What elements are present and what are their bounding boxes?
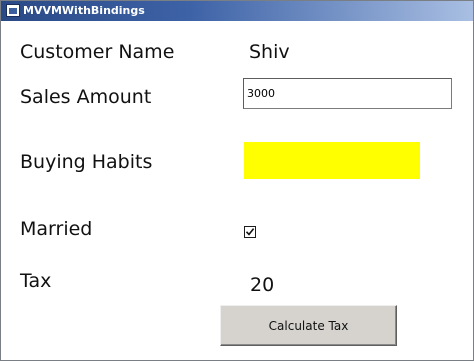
customer-name-value: Shiv	[249, 41, 290, 63]
title-bar[interactable]: MVVMWithBindings	[1, 1, 473, 21]
window-title: MVVMWithBindings	[23, 4, 145, 17]
buying-habits-label: Buying Habits	[20, 151, 153, 173]
window-icon	[6, 4, 20, 17]
tax-label: Tax	[20, 270, 52, 292]
married-label: Married	[20, 218, 93, 240]
main-window: MVVMWithBindings Customer Name Shiv Sale…	[0, 0, 474, 361]
calculate-tax-button[interactable]: Calculate Tax	[220, 305, 397, 346]
married-checkbox[interactable]	[244, 226, 256, 238]
customer-name-label: Customer Name	[20, 41, 175, 63]
buying-habits-indicator	[244, 142, 420, 179]
check-icon	[245, 228, 255, 236]
sales-amount-label: Sales Amount	[20, 86, 152, 108]
tax-value: 20	[250, 274, 275, 296]
sales-amount-input[interactable]	[243, 78, 452, 109]
